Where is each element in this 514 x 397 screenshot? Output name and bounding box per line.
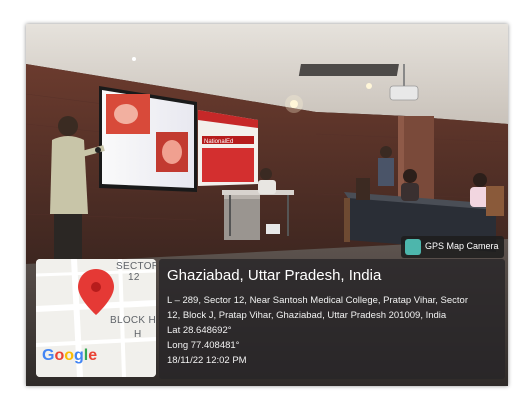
projection-screen [99, 86, 197, 192]
map-thumbnail: SECTOR 12 BLOCK H H Google [36, 259, 156, 377]
address-line-1: L – 289, Sector 12, Near Santosh Medical… [167, 295, 469, 306]
gps-badge-label: GPS Map Camera [425, 241, 499, 251]
address-line-2: 12, Block J, Pratap Vihar, Ghaziabad, Ut… [167, 310, 447, 321]
standing-person [378, 146, 394, 186]
location-title: Ghaziabad, Uttar Pradesh, India [167, 267, 382, 284]
map-label-block-letter: H [134, 329, 142, 340]
google-logo: Google [42, 347, 98, 364]
event-banner: NationalEd [198, 110, 258, 186]
map-label-sector: SECTOR [116, 261, 156, 272]
gps-info-panel: Ghaziabad, Uttar Pradesh, India L – 289,… [159, 259, 505, 379]
banner-brand-text: NationalEd [204, 139, 233, 145]
projector [389, 85, 419, 101]
gps-camera-icon [405, 239, 421, 255]
longitude: Long 77.408481° [167, 340, 240, 351]
map-label-block: BLOCK H [110, 315, 156, 326]
ceiling-vent [298, 64, 399, 76]
gps-map-camera-badge: GPS Map Camera [401, 236, 504, 258]
latitude: Lat 28.648692° [167, 325, 232, 336]
timestamp: 18/11/22 12:02 PM [167, 355, 247, 366]
map-label-sector-number: 12 [128, 272, 140, 283]
event-photo: NationalEd GPS Map Camera SECTOR 12 BLOC… [26, 24, 508, 386]
photo-frame: NationalEd GPS Map Camera SECTOR 12 BLOC… [0, 0, 514, 397]
